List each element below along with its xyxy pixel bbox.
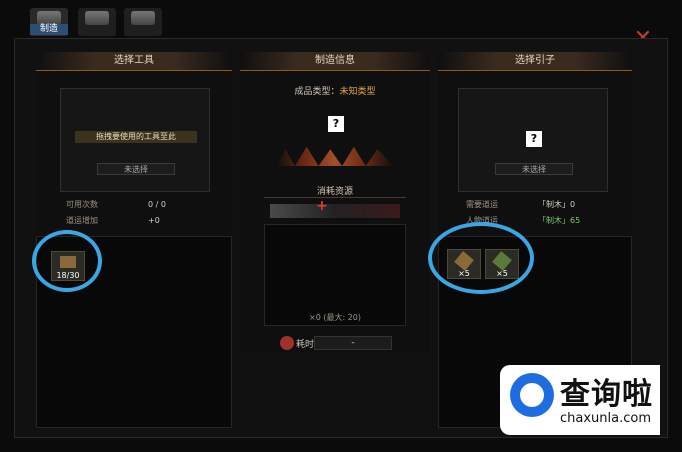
product-unknown-icon: ? bbox=[328, 116, 344, 132]
time-label: 耗时 bbox=[296, 340, 315, 350]
watermark-en: chaxunla.com bbox=[560, 411, 651, 426]
product-type-label: 成品类型： bbox=[294, 87, 340, 97]
catalyst-stat-character-value: 「制木」65 bbox=[538, 216, 581, 225]
craft-info-header: 制造信息 bbox=[240, 52, 430, 71]
catalyst-panel-header: 选择引子 bbox=[438, 52, 632, 71]
tool-drop-hint: 拖拽要使用的工具至此 bbox=[75, 131, 197, 143]
tool-stat-uses-value: 0 / 0 bbox=[148, 200, 166, 209]
catalyst-unselected-button[interactable]: 未选择 bbox=[495, 163, 573, 175]
tool-stat-luck-value: +0 bbox=[148, 216, 160, 225]
tool-slot[interactable]: 拖拽要使用的工具至此 未选择 bbox=[60, 88, 210, 192]
time-value: - bbox=[314, 336, 392, 350]
craft-info-panel: 制造信息 成品类型：未知类型 ? 消耗资源 + ×0 (最大: 20) bbox=[240, 52, 430, 352]
character-tab-icon bbox=[85, 11, 109, 25]
tool-stat-luck: 道运增加 +0 bbox=[66, 214, 206, 228]
tab-craft-label: 制造 bbox=[30, 24, 68, 35]
catalyst-stat-required-value: 「制木」0 bbox=[538, 200, 576, 209]
resource-bar bbox=[270, 204, 400, 218]
craft-tab-icon bbox=[37, 11, 61, 25]
highlight-circle bbox=[428, 222, 534, 294]
clock-icon bbox=[280, 336, 294, 350]
tool-stat-uses-label: 可用次数 bbox=[66, 200, 98, 209]
watermark-logo-icon bbox=[510, 373, 554, 417]
machine-tab-icon bbox=[131, 11, 155, 25]
catalyst-stat-required: 需要道运 「制木」0 bbox=[466, 198, 616, 212]
resource-slot[interactable] bbox=[264, 224, 406, 326]
plus-icon[interactable]: + bbox=[316, 198, 328, 214]
tab-machine[interactable] bbox=[124, 8, 162, 36]
product-type-value: 未知类型 bbox=[339, 87, 376, 97]
catalyst-unknown-icon: ? bbox=[526, 131, 542, 147]
tab-bar: 制造 bbox=[30, 4, 170, 38]
catalyst-stat-required-label: 需要道运 bbox=[466, 200, 498, 209]
tool-unselected-button[interactable]: 未选择 bbox=[97, 163, 175, 175]
product-type: 成品类型：未知类型 bbox=[240, 84, 430, 97]
consume-header: 消耗资源 bbox=[264, 184, 406, 198]
tab-character[interactable] bbox=[78, 8, 116, 36]
quantity-label: ×0 (最大: 20) bbox=[309, 313, 361, 322]
catalyst-slot[interactable]: ? 未选择 bbox=[458, 88, 608, 192]
watermark: 查询啦 chaxunla.com bbox=[500, 365, 660, 435]
tool-panel-header: 选择工具 bbox=[36, 52, 232, 71]
tool-stat-uses: 可用次数 0 / 0 bbox=[66, 198, 206, 212]
spike-ornament-icon bbox=[276, 146, 394, 166]
highlight-circle bbox=[32, 230, 102, 292]
watermark-cn: 查询啦 bbox=[560, 377, 653, 412]
tab-craft[interactable]: 制造 bbox=[30, 8, 68, 36]
tool-stat-luck-label: 道运增加 bbox=[66, 216, 98, 225]
